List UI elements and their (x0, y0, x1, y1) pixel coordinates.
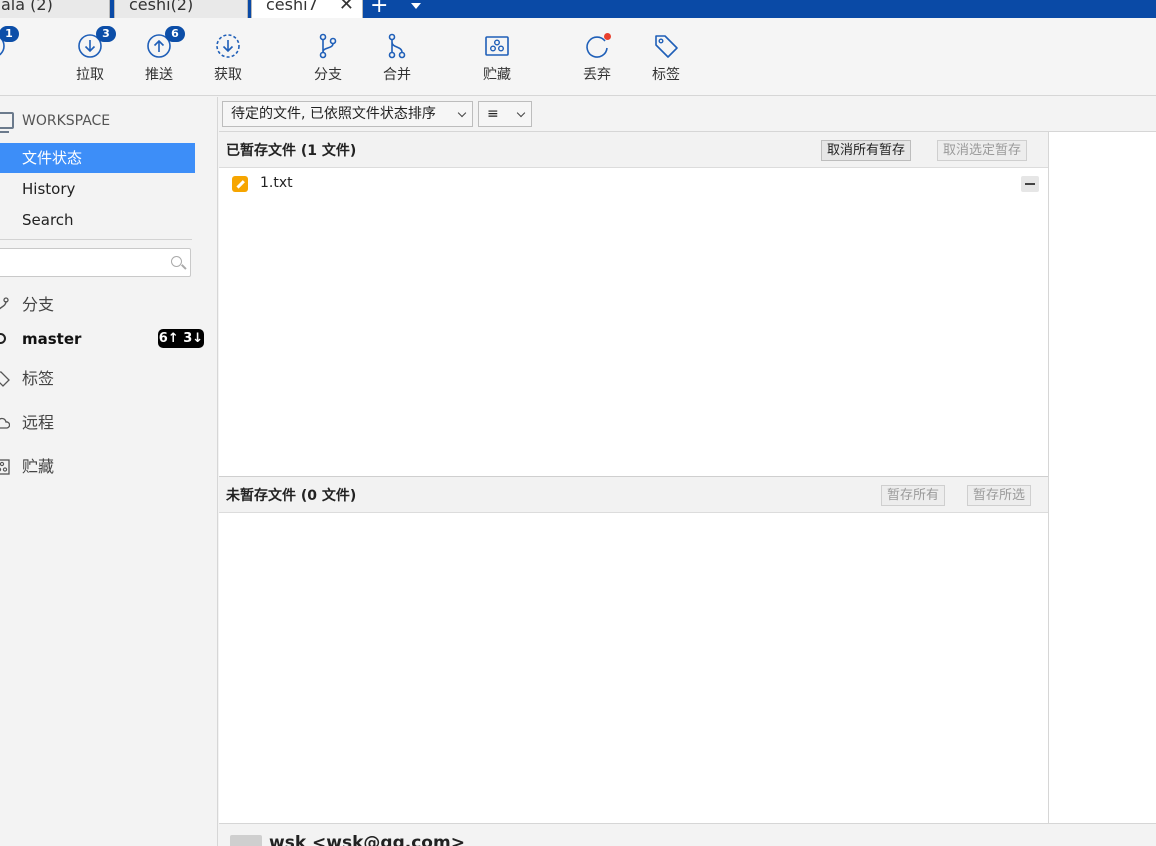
workspace-header: WORKSPACE (0, 109, 200, 133)
unstaged-header: 未暂存文件 (0 文件) 暂存所有 暂存所选 (219, 477, 1048, 513)
discard-icon (583, 32, 611, 60)
pull-button[interactable]: 3 拉取 (62, 26, 118, 90)
commit-area: wsk <wsk@qq.com> (219, 823, 1156, 846)
sidebar-divider (0, 239, 192, 240)
tab-ceshi7[interactable]: ceshi7 ✕ (251, 0, 363, 18)
cloud-icon (0, 417, 10, 429)
monitor-icon (0, 112, 14, 133)
staged-header: 已暂存文件 (1 文件) 取消所有暂存 取消选定暂存 (219, 132, 1048, 168)
discard-indicator (604, 33, 611, 40)
commit-label: 交 (0, 66, 21, 84)
sidebar-item-file-status[interactable]: 文件状态 (0, 143, 195, 173)
chevron-down-icon (516, 108, 526, 118)
close-tab-icon[interactable]: ✕ (339, 0, 354, 16)
unstage-all-button[interactable]: 取消所有暂存 (821, 140, 912, 161)
push-button[interactable]: 6 推送 (131, 26, 187, 90)
branch-name: master (22, 330, 82, 348)
pull-icon: 3 (76, 26, 116, 60)
sidebar-item-label: Search (22, 211, 74, 229)
sidebar-filter-input[interactable] (0, 248, 191, 277)
current-branch-icon (0, 333, 6, 344)
toolbar: 1 交 3 拉取 6 推送 获取 分支 合并 (0, 18, 1156, 96)
tab-bar: ala (2) ceshi(2) ceshi7 ✕ + (0, 0, 1156, 18)
push-icon: 6 (145, 26, 185, 60)
sidebar-group-tags[interactable]: 标签 (0, 366, 200, 392)
file-filter-bar: 待定的文件, 已依照文件状态排序 ≡ (219, 97, 1156, 132)
commit-author: wsk <wsk@qq.com> (269, 833, 465, 846)
ahead-behind-badge: 6↑ 3↓ (158, 329, 204, 348)
stage-all-button[interactable]: 暂存所有 (881, 485, 946, 506)
tag-icon (0, 371, 10, 387)
tag-label: 标签 (652, 67, 680, 83)
tab-ceshi2[interactable]: ceshi(2) (114, 0, 248, 18)
branch-label: 分支 (314, 67, 342, 83)
stage-selected-button[interactable]: 暂存所选 (967, 485, 1032, 506)
commit-badge: 1 (0, 26, 19, 42)
sidebar-group-stashes[interactable]: 贮藏 (0, 454, 200, 480)
push-badge: 6 (165, 26, 185, 42)
discard-button[interactable]: 丢弃 (569, 28, 625, 90)
tab-label: ala (2) (1, 0, 53, 14)
avatar (230, 835, 262, 846)
stash-label: 贮藏 (483, 67, 511, 83)
staged-title: 已暂存文件 (1 文件) (226, 143, 357, 159)
fetch-button[interactable]: 获取 (200, 28, 256, 90)
branch-button[interactable]: 分支 (300, 28, 356, 90)
pull-label: 拉取 (76, 67, 104, 83)
merge-icon (383, 32, 411, 60)
sidebar-item-label: 文件状态 (22, 149, 83, 167)
tag-button[interactable]: 标签 (638, 28, 694, 90)
sort-dropdown[interactable]: 待定的文件, 已依照文件状态排序 (222, 101, 473, 127)
workspace-title: WORKSPACE (22, 113, 111, 129)
file-row[interactable]: 1.txt (219, 168, 1048, 198)
sidebar-item-history[interactable]: History (0, 174, 195, 204)
unstage-file-button[interactable] (1021, 176, 1039, 192)
merge-label: 合并 (383, 67, 411, 83)
tag-icon (652, 32, 680, 60)
commit-button[interactable]: 1 交 (0, 26, 21, 90)
sidebar: WORKSPACE 文件状态 History Search 分支 master … (0, 97, 218, 846)
list-view-icon: ≡ (487, 106, 499, 122)
new-tab-icon[interactable]: + (370, 0, 388, 17)
tab-ala[interactable]: ala (2) (0, 0, 110, 18)
staged-files-pane: 已暂存文件 (1 文件) 取消所有暂存 取消选定暂存 1.txt (219, 132, 1048, 477)
push-label: 推送 (145, 67, 173, 83)
branch-item-master[interactable]: master 6↑ 3↓ (0, 327, 210, 351)
stash-icon (483, 32, 511, 60)
unstaged-title: 未暂存文件 (0 文件) (226, 488, 357, 504)
merge-button[interactable]: 合并 (369, 28, 425, 90)
file-name: 1.txt (260, 175, 293, 191)
sidebar-group-branches[interactable]: 分支 (0, 292, 200, 318)
fetch-label: 获取 (214, 67, 242, 83)
chevron-down-icon (457, 108, 467, 118)
sidebar-group-remotes[interactable]: 远程 (0, 410, 200, 436)
sidebar-item-label: History (22, 180, 76, 198)
sidebar-item-search[interactable]: Search (0, 205, 195, 235)
pull-badge: 3 (96, 26, 116, 42)
group-label: 分支 (22, 295, 55, 314)
view-mode-dropdown[interactable]: ≡ (478, 101, 532, 127)
group-label: 贮藏 (22, 457, 55, 476)
search-icon (171, 256, 182, 267)
tab-label: ceshi(2) (129, 0, 194, 14)
commit-icon: 1 (0, 26, 19, 60)
branch-icon (0, 297, 9, 310)
branch-icon (314, 32, 342, 60)
group-label: 标签 (22, 369, 55, 388)
tab-label: ceshi7 (266, 0, 318, 14)
stash-icon (0, 459, 10, 475)
fetch-icon (214, 32, 242, 60)
unstage-selected-button[interactable]: 取消选定暂存 (937, 140, 1028, 161)
modified-file-icon (232, 176, 248, 192)
group-label: 远程 (22, 413, 55, 432)
tab-menu-chevron-icon[interactable] (411, 3, 421, 9)
stash-button[interactable]: 贮藏 (469, 28, 525, 90)
discard-label: 丢弃 (583, 67, 611, 83)
sort-dropdown-label: 待定的文件, 已依照文件状态排序 (231, 106, 436, 122)
unstaged-files-pane: 未暂存文件 (0 文件) 暂存所有 暂存所选 (219, 477, 1048, 823)
diff-view-pane (1048, 132, 1156, 823)
